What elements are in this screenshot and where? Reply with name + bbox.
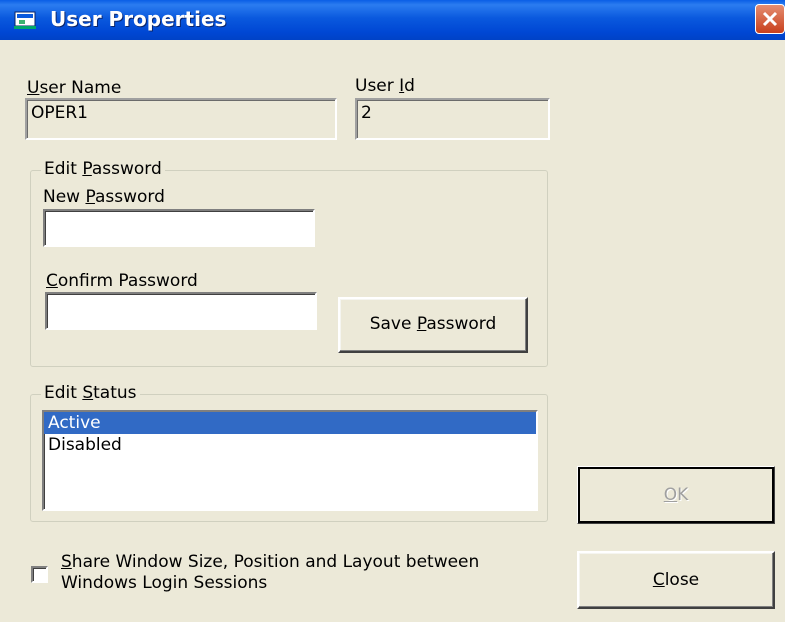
edit-password-group-title: Edit Password <box>41 159 165 179</box>
user-name-field: OPER1 <box>25 98 337 140</box>
close-window-button[interactable] <box>755 4 785 34</box>
status-listbox[interactable]: Active Disabled <box>42 410 538 511</box>
user-id-label: User Id <box>355 76 415 96</box>
share-label-line1: Share Window Size, Position and Layout b… <box>61 552 480 572</box>
user-name-label: User Name <box>27 78 122 98</box>
ok-button[interactable]: OK <box>577 466 775 524</box>
share-label-line2: Windows Login Sessions <box>61 573 268 593</box>
confirm-password-input[interactable] <box>45 292 317 330</box>
status-option-active[interactable]: Active <box>44 412 536 434</box>
confirm-password-label: Confirm Password <box>46 271 198 291</box>
status-option-disabled[interactable]: Disabled <box>44 434 536 456</box>
share-window-layout-checkbox[interactable] <box>31 566 48 583</box>
share-window-layout-label[interactable]: Share Window Size, Position and Layout b… <box>61 552 479 594</box>
window-title: User Properties <box>50 7 227 31</box>
new-password-label: New Password <box>43 187 165 207</box>
edit-status-group-title: Edit Status <box>41 383 140 403</box>
new-password-input[interactable] <box>43 209 315 247</box>
user-properties-icon <box>14 10 36 30</box>
close-button[interactable]: Close <box>577 551 775 609</box>
user-id-field: 2 <box>355 98 550 140</box>
user-properties-dialog: User Properties User Name OPER1 User Id … <box>0 0 785 622</box>
save-password-button[interactable]: Save Password <box>338 297 528 353</box>
title-bar[interactable]: User Properties <box>0 0 785 40</box>
